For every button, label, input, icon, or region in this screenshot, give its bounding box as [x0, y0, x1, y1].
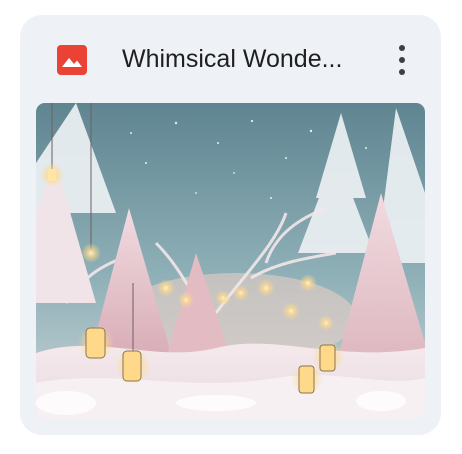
file-title: Whimsical Wonde...: [122, 45, 343, 73]
image-file-icon: [57, 45, 87, 75]
more-vert-icon[interactable]: [386, 39, 418, 81]
thumbnail-image[interactable]: [36, 103, 425, 419]
file-card-header: Whimsical Wonde...: [20, 15, 441, 103]
file-card[interactable]: Whimsical Wonde...: [20, 15, 441, 435]
